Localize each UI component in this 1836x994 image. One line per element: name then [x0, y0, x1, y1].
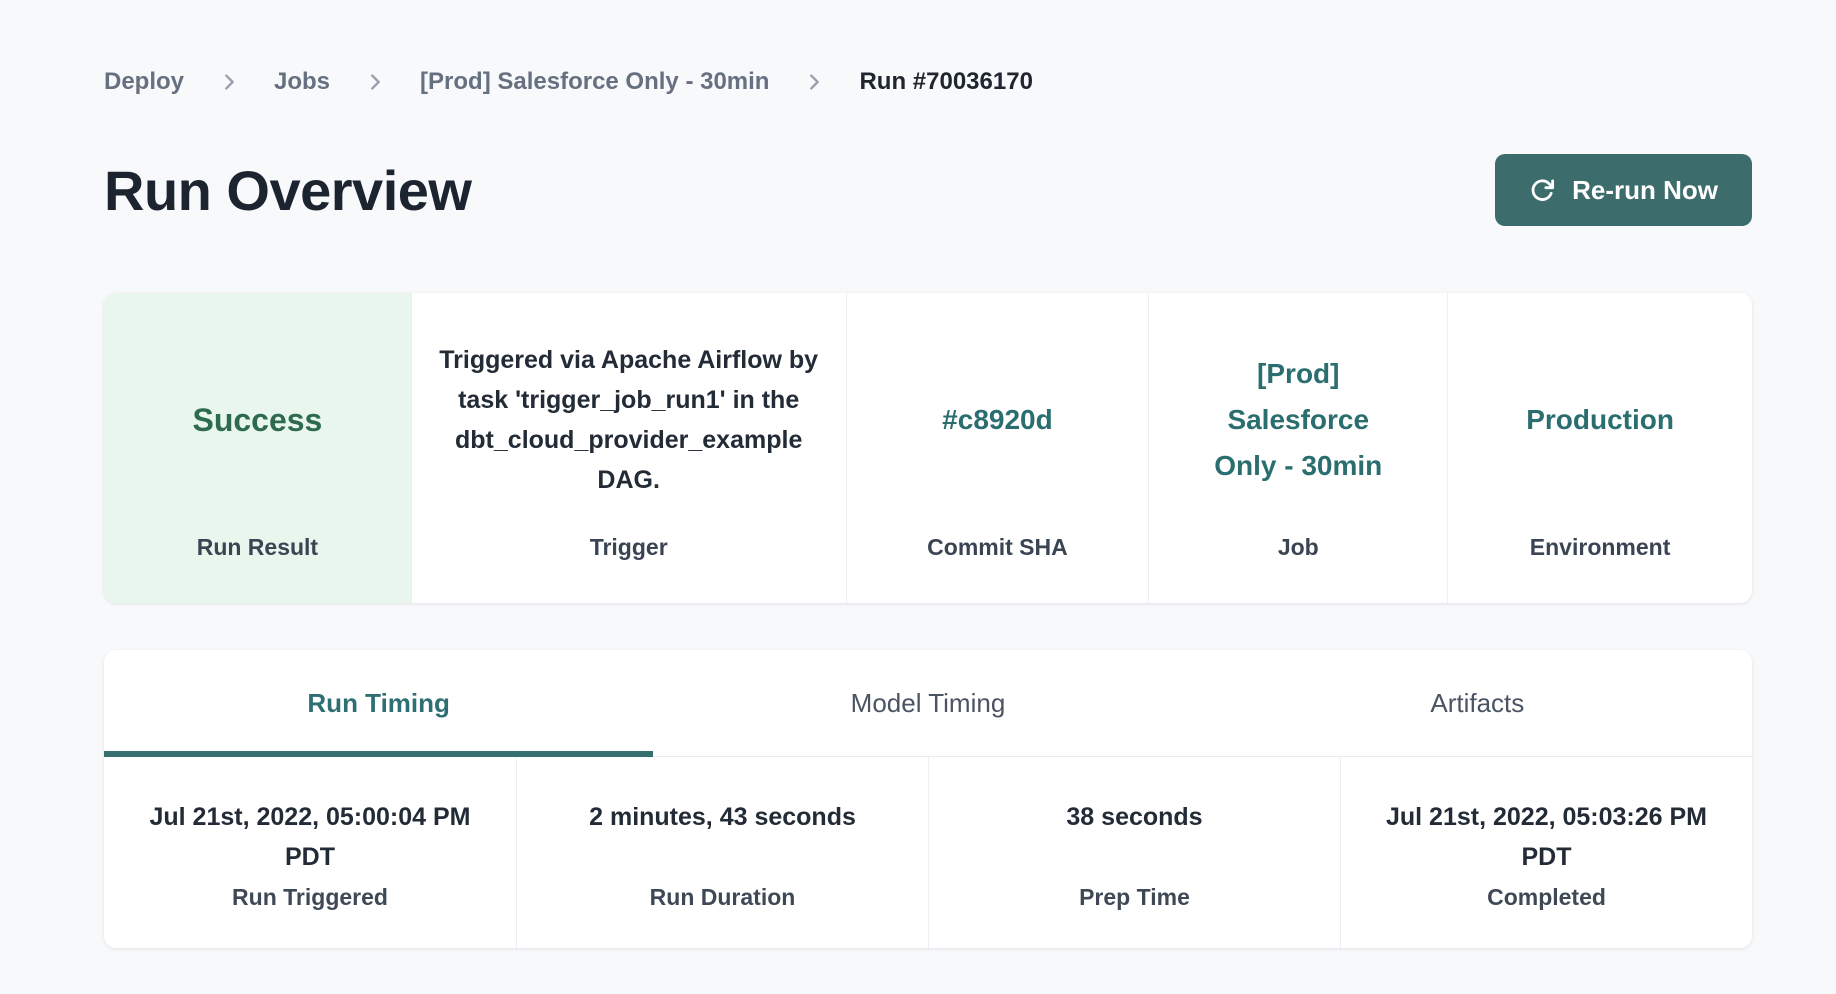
run-summary-cards: Success Run Result Triggered via Apache … [104, 293, 1752, 603]
run-duration-value: 2 minutes, 43 seconds [589, 797, 856, 877]
summary-card-job: [Prod] Salesforce Only - 30min Job [1148, 293, 1447, 603]
run-timing-content: Jul 21st, 2022, 05:00:04 PM PDT Run Trig… [104, 757, 1752, 948]
job-label: Job [1278, 531, 1319, 563]
tab-artifacts[interactable]: Artifacts [1203, 650, 1752, 756]
timing-card-prep-time: 38 seconds Prep Time [928, 757, 1340, 948]
page-header: Run Overview Re-run Now [104, 154, 1752, 226]
trigger-value: Triggered via Apache Airflow by task 'tr… [434, 340, 824, 500]
run-triggered-value: Jul 21st, 2022, 05:00:04 PM PDT [133, 797, 488, 877]
commit-sha-link[interactable]: #c8920d [942, 404, 1053, 436]
environment-label: Environment [1530, 531, 1671, 563]
environment-link[interactable]: Production [1526, 404, 1674, 436]
breadcrumb: Deploy Jobs [Prod] Salesforce Only - 30m… [104, 0, 1752, 96]
tab-model-timing[interactable]: Model Timing [653, 650, 1202, 756]
run-overview-page: Deploy Jobs [Prod] Salesforce Only - 30m… [0, 0, 1836, 994]
timing-card-completed: Jul 21st, 2022, 05:03:26 PM PDT Complete… [1340, 757, 1752, 948]
summary-card-environment: Production Environment [1447, 293, 1752, 603]
run-triggered-label: Run Triggered [232, 881, 388, 913]
chevron-right-icon [803, 71, 825, 93]
breadcrumb-item-run-number: Run #70036170 [859, 68, 1032, 96]
rerun-now-label: Re-run Now [1572, 175, 1718, 206]
summary-card-trigger: Triggered via Apache Airflow by task 'tr… [411, 293, 846, 603]
run-result-label: Run Result [197, 531, 318, 563]
prep-time-label: Prep Time [1079, 881, 1190, 913]
commit-sha-label: Commit SHA [927, 531, 1068, 563]
tab-run-timing[interactable]: Run Timing [104, 650, 653, 756]
summary-card-run-result: Success Run Result [104, 293, 411, 603]
timing-card-run-triggered: Jul 21st, 2022, 05:00:04 PM PDT Run Trig… [104, 757, 516, 948]
run-detail-panel: Run Timing Model Timing Artifacts Jul 21… [104, 650, 1752, 948]
completed-value: Jul 21st, 2022, 05:03:26 PM PDT [1369, 797, 1724, 877]
chevron-right-icon [218, 71, 240, 93]
breadcrumb-item-job-name[interactable]: [Prod] Salesforce Only - 30min [420, 68, 769, 96]
page-title: Run Overview [104, 158, 471, 223]
chevron-right-icon [364, 71, 386, 93]
refresh-cw-icon [1529, 177, 1556, 204]
run-duration-label: Run Duration [650, 881, 796, 913]
completed-label: Completed [1487, 881, 1606, 913]
rerun-now-button[interactable]: Re-run Now [1495, 154, 1752, 226]
tab-bar: Run Timing Model Timing Artifacts [104, 650, 1752, 757]
summary-card-commit-sha: #c8920d Commit SHA [846, 293, 1149, 603]
trigger-label: Trigger [590, 531, 668, 563]
prep-time-value: 38 seconds [1066, 797, 1202, 877]
run-result-value: Success [192, 402, 322, 439]
breadcrumb-item-deploy[interactable]: Deploy [104, 68, 184, 96]
job-link[interactable]: [Prod] Salesforce Only - 30min [1198, 351, 1398, 489]
breadcrumb-item-jobs[interactable]: Jobs [274, 68, 330, 96]
timing-card-run-duration: 2 minutes, 43 seconds Run Duration [516, 757, 928, 948]
